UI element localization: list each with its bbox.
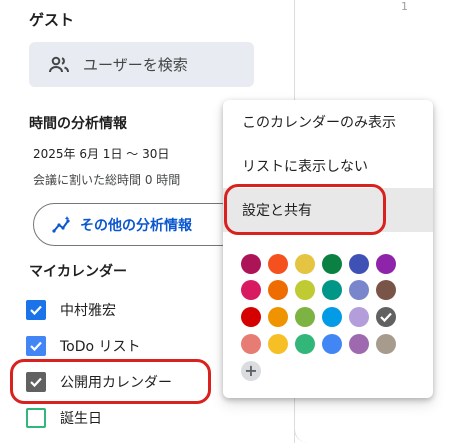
search-users-label: ユーザーを検索 bbox=[83, 56, 188, 74]
plus-icon: + bbox=[244, 361, 258, 380]
color-swatch[interactable] bbox=[376, 280, 396, 300]
checkbox-checked-icon[interactable] bbox=[26, 372, 46, 392]
calendar-name: 公開用カレンダー bbox=[60, 375, 172, 391]
color-swatch[interactable] bbox=[322, 307, 342, 327]
analytics-date-range: 2025年 6月 1日 〜 30日 bbox=[33, 147, 170, 161]
color-swatch[interactable] bbox=[349, 334, 369, 354]
more-analytics-label: その他の分析情報 bbox=[80, 217, 192, 234]
insights-icon bbox=[52, 215, 70, 233]
color-swatch[interactable] bbox=[268, 334, 288, 354]
analytics-total-meeting-time: 会議に割いた総時間 0 時間 bbox=[33, 173, 181, 187]
color-swatch[interactable] bbox=[376, 254, 396, 274]
calendar-item-nakamura[interactable]: 中村雅宏 bbox=[26, 297, 116, 323]
add-custom-color-button[interactable]: + bbox=[241, 361, 261, 381]
analytics-title: 時間の分析情報 bbox=[29, 116, 127, 132]
main-grid-corner bbox=[294, 400, 455, 443]
calendar-item-todo[interactable]: ToDo リスト bbox=[26, 333, 141, 359]
color-swatch[interactable] bbox=[295, 334, 315, 354]
color-swatch[interactable] bbox=[349, 280, 369, 300]
color-swatch[interactable] bbox=[349, 254, 369, 274]
search-users-input[interactable]: ユーザーを検索 bbox=[29, 42, 254, 87]
menu-item-hide-from-list[interactable]: リストに表示しない bbox=[223, 144, 433, 188]
checkbox-checked-icon[interactable] bbox=[26, 300, 46, 320]
menu-item-show-only-this[interactable]: このカレンダーのみ表示 bbox=[223, 100, 433, 144]
main-grid-tick: 1 bbox=[401, 0, 408, 13]
checkbox-checked-icon[interactable] bbox=[26, 336, 46, 356]
checkbox-unchecked-icon[interactable] bbox=[26, 408, 46, 428]
color-swatch[interactable] bbox=[349, 307, 369, 327]
color-swatch[interactable] bbox=[322, 254, 342, 274]
color-swatch[interactable] bbox=[241, 334, 261, 354]
more-analytics-button[interactable]: その他の分析情報 bbox=[33, 203, 243, 246]
color-swatch[interactable] bbox=[376, 334, 396, 354]
my-calendars-title: マイカレンダー bbox=[29, 264, 127, 280]
color-swatch[interactable] bbox=[241, 280, 261, 300]
calendar-item-birthdays[interactable]: 誕生日 bbox=[26, 405, 102, 431]
color-swatch-selected[interactable] bbox=[376, 307, 396, 327]
color-swatch[interactable] bbox=[241, 307, 261, 327]
calendar-name: 誕生日 bbox=[60, 411, 102, 427]
calendar-item-public[interactable]: 公開用カレンダー bbox=[26, 369, 172, 395]
color-swatch[interactable] bbox=[295, 254, 315, 274]
color-swatch[interactable] bbox=[295, 280, 315, 300]
calendar-name: ToDo リスト bbox=[60, 339, 141, 355]
checkmark-icon bbox=[380, 312, 392, 323]
color-swatch[interactable] bbox=[295, 307, 315, 327]
color-swatch[interactable] bbox=[268, 254, 288, 274]
menu-item-settings-and-sharing[interactable]: 設定と共有 bbox=[223, 188, 433, 232]
color-swatch[interactable] bbox=[268, 280, 288, 300]
color-swatch[interactable] bbox=[268, 307, 288, 327]
guest-section-title: ゲスト bbox=[29, 11, 75, 29]
color-swatch[interactable] bbox=[322, 280, 342, 300]
calendar-options-menu: このカレンダーのみ表示 リストに表示しない 設定と共有 + bbox=[223, 100, 433, 398]
color-swatch[interactable] bbox=[322, 334, 342, 354]
calendar-name: 中村雅宏 bbox=[60, 303, 116, 319]
people-icon bbox=[49, 56, 69, 72]
color-swatch[interactable] bbox=[241, 254, 261, 274]
